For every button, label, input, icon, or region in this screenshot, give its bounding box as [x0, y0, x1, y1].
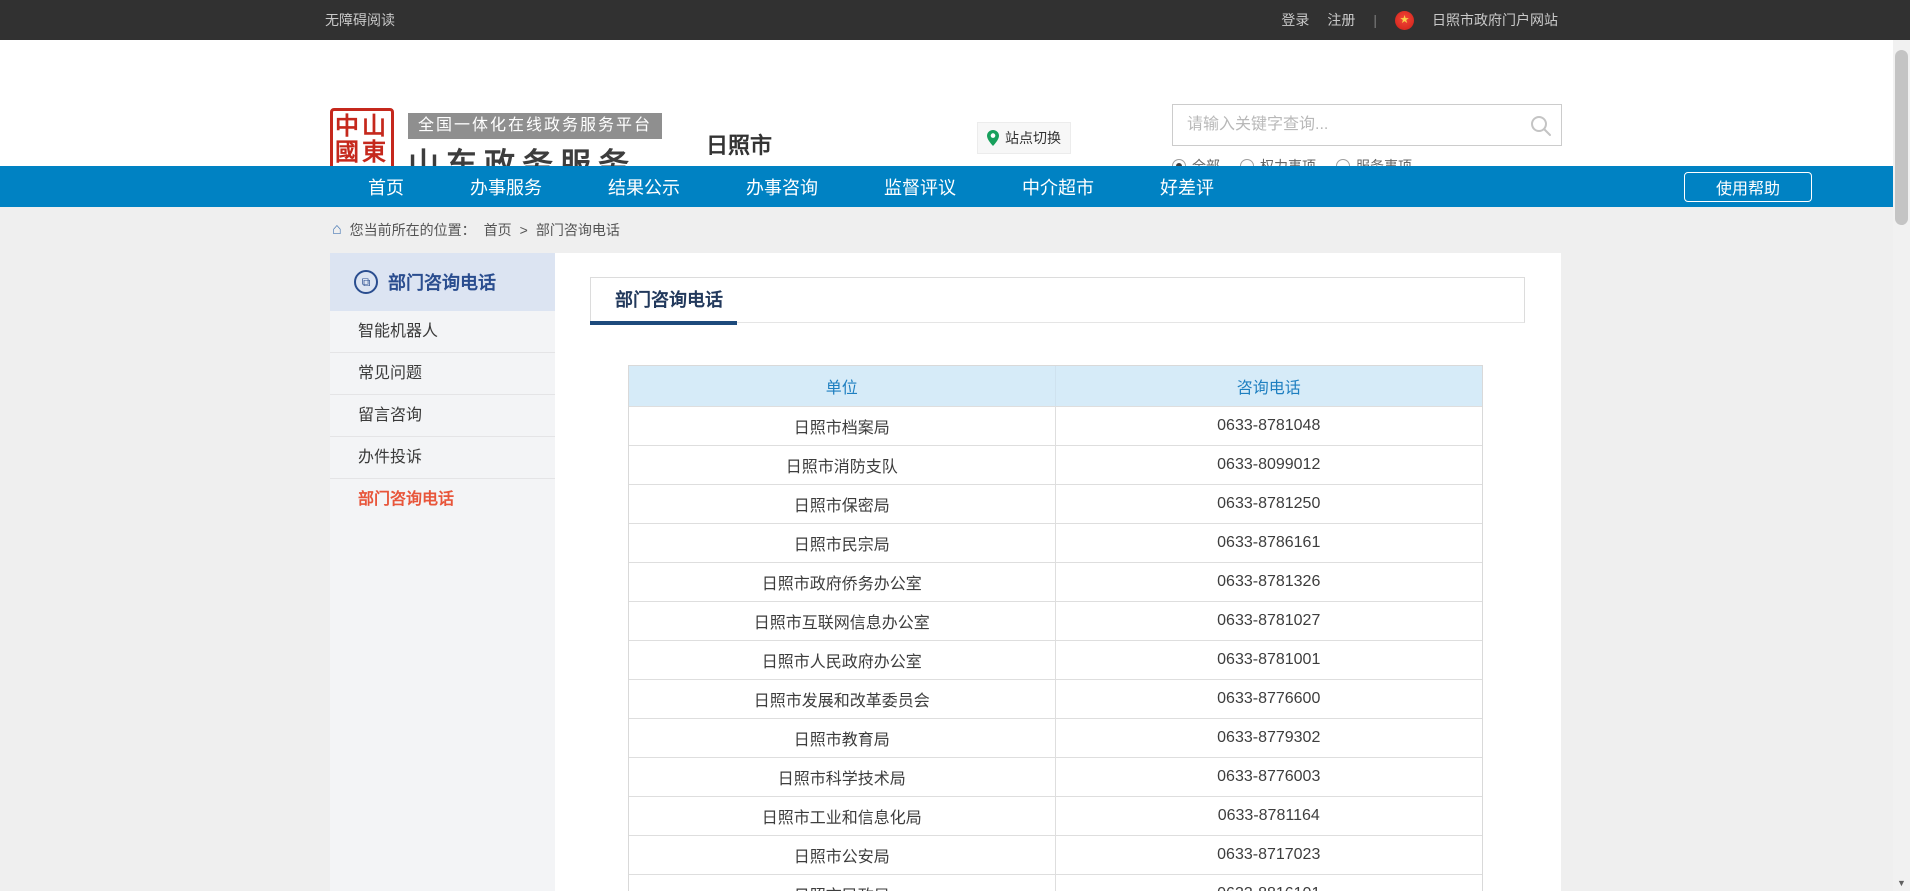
table-row: 日照市工业和信息化局0633-8781164: [629, 796, 1482, 835]
accessibility-link[interactable]: 无障碍阅读: [325, 0, 395, 40]
sidebar-item[interactable]: 部门咨询电话: [330, 479, 555, 521]
phone-cell: 0633-8781250: [1056, 485, 1483, 523]
unit-cell: 日照市工业和信息化局: [629, 797, 1056, 835]
table-row: 日照市人民政府办公室0633-8781001: [629, 640, 1482, 679]
login-link[interactable]: 登录: [1281, 10, 1309, 30]
phone-cell: 0633-8779302: [1056, 719, 1483, 757]
site-switch-button[interactable]: 站点切换: [977, 122, 1071, 154]
breadcrumb-current: 部门咨询电话: [536, 220, 620, 240]
table-row: 日照市民宗局0633-8786161: [629, 523, 1482, 562]
phone-cell: 0633-8781027: [1056, 602, 1483, 640]
unit-cell: 日照市保密局: [629, 485, 1056, 523]
nav-items: 首页 办事服务 结果公示 办事咨询 监督评议 中介超市 好差评: [368, 166, 1214, 207]
shandong-seal-logo: 中國 山東: [330, 108, 394, 172]
table-row: 日照市科学技术局0633-8776003: [629, 757, 1482, 796]
page: 无障碍阅读 登录 注册 | ★ 日照市政府门户网站 中國 山東 全国一体化在线政…: [0, 0, 1910, 891]
phone-cell: 0633-8781164: [1056, 797, 1483, 835]
scrollbar-thumb[interactable]: [1895, 50, 1908, 225]
breadcrumb-separator: >: [520, 222, 528, 238]
table-row: 日照市互联网信息办公室0633-8781027: [629, 601, 1482, 640]
city-name: 日照市: [706, 128, 772, 160]
active-tab-underline: [590, 321, 737, 325]
nav-item[interactable]: 首页: [368, 174, 404, 200]
site-switch-label: 站点切换: [1005, 128, 1061, 148]
help-button[interactable]: 使用帮助: [1684, 172, 1812, 202]
phone-cell: 0633-8786161: [1056, 524, 1483, 562]
unit-cell: 日照市民政局: [629, 875, 1056, 891]
nav-item[interactable]: 办事服务: [470, 174, 542, 200]
nav-item[interactable]: 结果公示: [608, 174, 680, 200]
nav-item[interactable]: 中介超市: [1022, 174, 1094, 200]
scrollbar-down-arrow[interactable]: ▼: [1893, 874, 1910, 891]
page-scrollbar[interactable]: ▼: [1893, 40, 1910, 891]
breadcrumb-home-link[interactable]: 首页: [484, 220, 512, 240]
table-row: 日照市教育局0633-8779302: [629, 718, 1482, 757]
panel-icon: ⧉: [354, 270, 378, 294]
register-link[interactable]: 注册: [1327, 10, 1355, 30]
topbar-divider: |: [1373, 12, 1377, 28]
breadcrumb: ⌂ 您当前所在的位置： 首页 > 部门咨询电话: [332, 207, 620, 253]
phone-cell: 0633-8781048: [1056, 407, 1483, 445]
unit-cell: 日照市互联网信息办公室: [629, 602, 1056, 640]
unit-cell: 日照市科学技术局: [629, 758, 1056, 796]
seal-text-2: 山東: [362, 114, 389, 167]
unit-cell: 日照市档案局: [629, 407, 1056, 445]
nav-item[interactable]: 监督评议: [884, 174, 956, 200]
phone-cell: 0633-8781326: [1056, 563, 1483, 601]
phone-cell: 0633-8816101: [1056, 875, 1483, 891]
search-icon[interactable]: [1529, 114, 1553, 138]
main-navbar: 首页 办事服务 结果公示 办事咨询 监督评议 中介超市 好差评 使用帮助: [0, 166, 1893, 207]
sidebar: ⧉ 部门咨询电话 智能机器人常见问题留言咨询办件投诉部门咨询电话: [330, 253, 555, 891]
unit-cell: 日照市教育局: [629, 719, 1056, 757]
content-panel-tabs: 部门咨询电话: [590, 277, 1525, 323]
unit-cell: 日照市公安局: [629, 836, 1056, 874]
top-utility-bar: 无障碍阅读 登录 注册 | ★ 日照市政府门户网站: [0, 0, 1910, 40]
table-header-unit: 单位: [629, 366, 1056, 406]
unit-cell: 日照市政府侨务办公室: [629, 563, 1056, 601]
table-row: 日照市政府侨务办公室0633-8781326: [629, 562, 1482, 601]
sidebar-item[interactable]: 智能机器人: [330, 311, 555, 353]
table-row: 日照市档案局0633-8781048: [629, 406, 1482, 445]
table-row: 日照市公安局0633-8717023: [629, 835, 1482, 874]
portal-site-link[interactable]: 日照市政府门户网站: [1432, 10, 1558, 30]
table-header-phone: 咨询电话: [1056, 366, 1483, 406]
national-emblem-icon: ★: [1395, 11, 1414, 30]
tab-department-phones[interactable]: 部门咨询电话: [615, 278, 723, 322]
table-row: 日照市发展和改革委员会0633-8776600: [629, 679, 1482, 718]
search-input[interactable]: [1173, 105, 1525, 145]
table-header-row: 单位 咨询电话: [629, 366, 1482, 406]
table-row: 日照市消防支队0633-8099012: [629, 445, 1482, 484]
unit-cell: 日照市发展和改革委员会: [629, 680, 1056, 718]
breadcrumb-prefix: 您当前所在的位置：: [350, 220, 476, 240]
nav-item[interactable]: 好差评: [1160, 174, 1214, 200]
phone-cell: 0633-8099012: [1056, 446, 1483, 484]
sidebar-item[interactable]: 留言咨询: [330, 395, 555, 437]
phone-cell: 0633-8717023: [1056, 836, 1483, 874]
platform-badge: 全国一体化在线政务服务平台: [408, 113, 662, 139]
table-row: 日照市民政局0633-8816101: [629, 874, 1482, 891]
phone-cell: 0633-8776003: [1056, 758, 1483, 796]
sidebar-header: ⧉ 部门咨询电话: [330, 253, 555, 311]
site-header: 中國 山東 全国一体化在线政务服务平台 山东政务服务 日照市 站点切换 全部权力…: [0, 40, 1910, 166]
phone-table: 单位 咨询电话 日照市档案局0633-8781048日照市消防支队0633-80…: [628, 365, 1483, 891]
phone-cell: 0633-8776600: [1056, 680, 1483, 718]
unit-cell: 日照市消防支队: [629, 446, 1056, 484]
phone-cell: 0633-8781001: [1056, 641, 1483, 679]
nav-item[interactable]: 办事咨询: [746, 174, 818, 200]
home-icon: ⌂: [332, 222, 342, 238]
sidebar-item[interactable]: 办件投诉: [330, 437, 555, 479]
unit-cell: 日照市人民政府办公室: [629, 641, 1056, 679]
location-pin-icon: [987, 130, 999, 146]
seal-text-1: 中國: [335, 114, 362, 167]
search-box: [1172, 104, 1562, 146]
sidebar-items: 智能机器人常见问题留言咨询办件投诉部门咨询电话: [330, 311, 555, 521]
sidebar-item[interactable]: 常见问题: [330, 353, 555, 395]
table-body: 日照市档案局0633-8781048日照市消防支队0633-8099012日照市…: [629, 406, 1482, 891]
unit-cell: 日照市民宗局: [629, 524, 1056, 562]
table-row: 日照市保密局0633-8781250: [629, 484, 1482, 523]
sidebar-title: 部门咨询电话: [388, 269, 496, 295]
